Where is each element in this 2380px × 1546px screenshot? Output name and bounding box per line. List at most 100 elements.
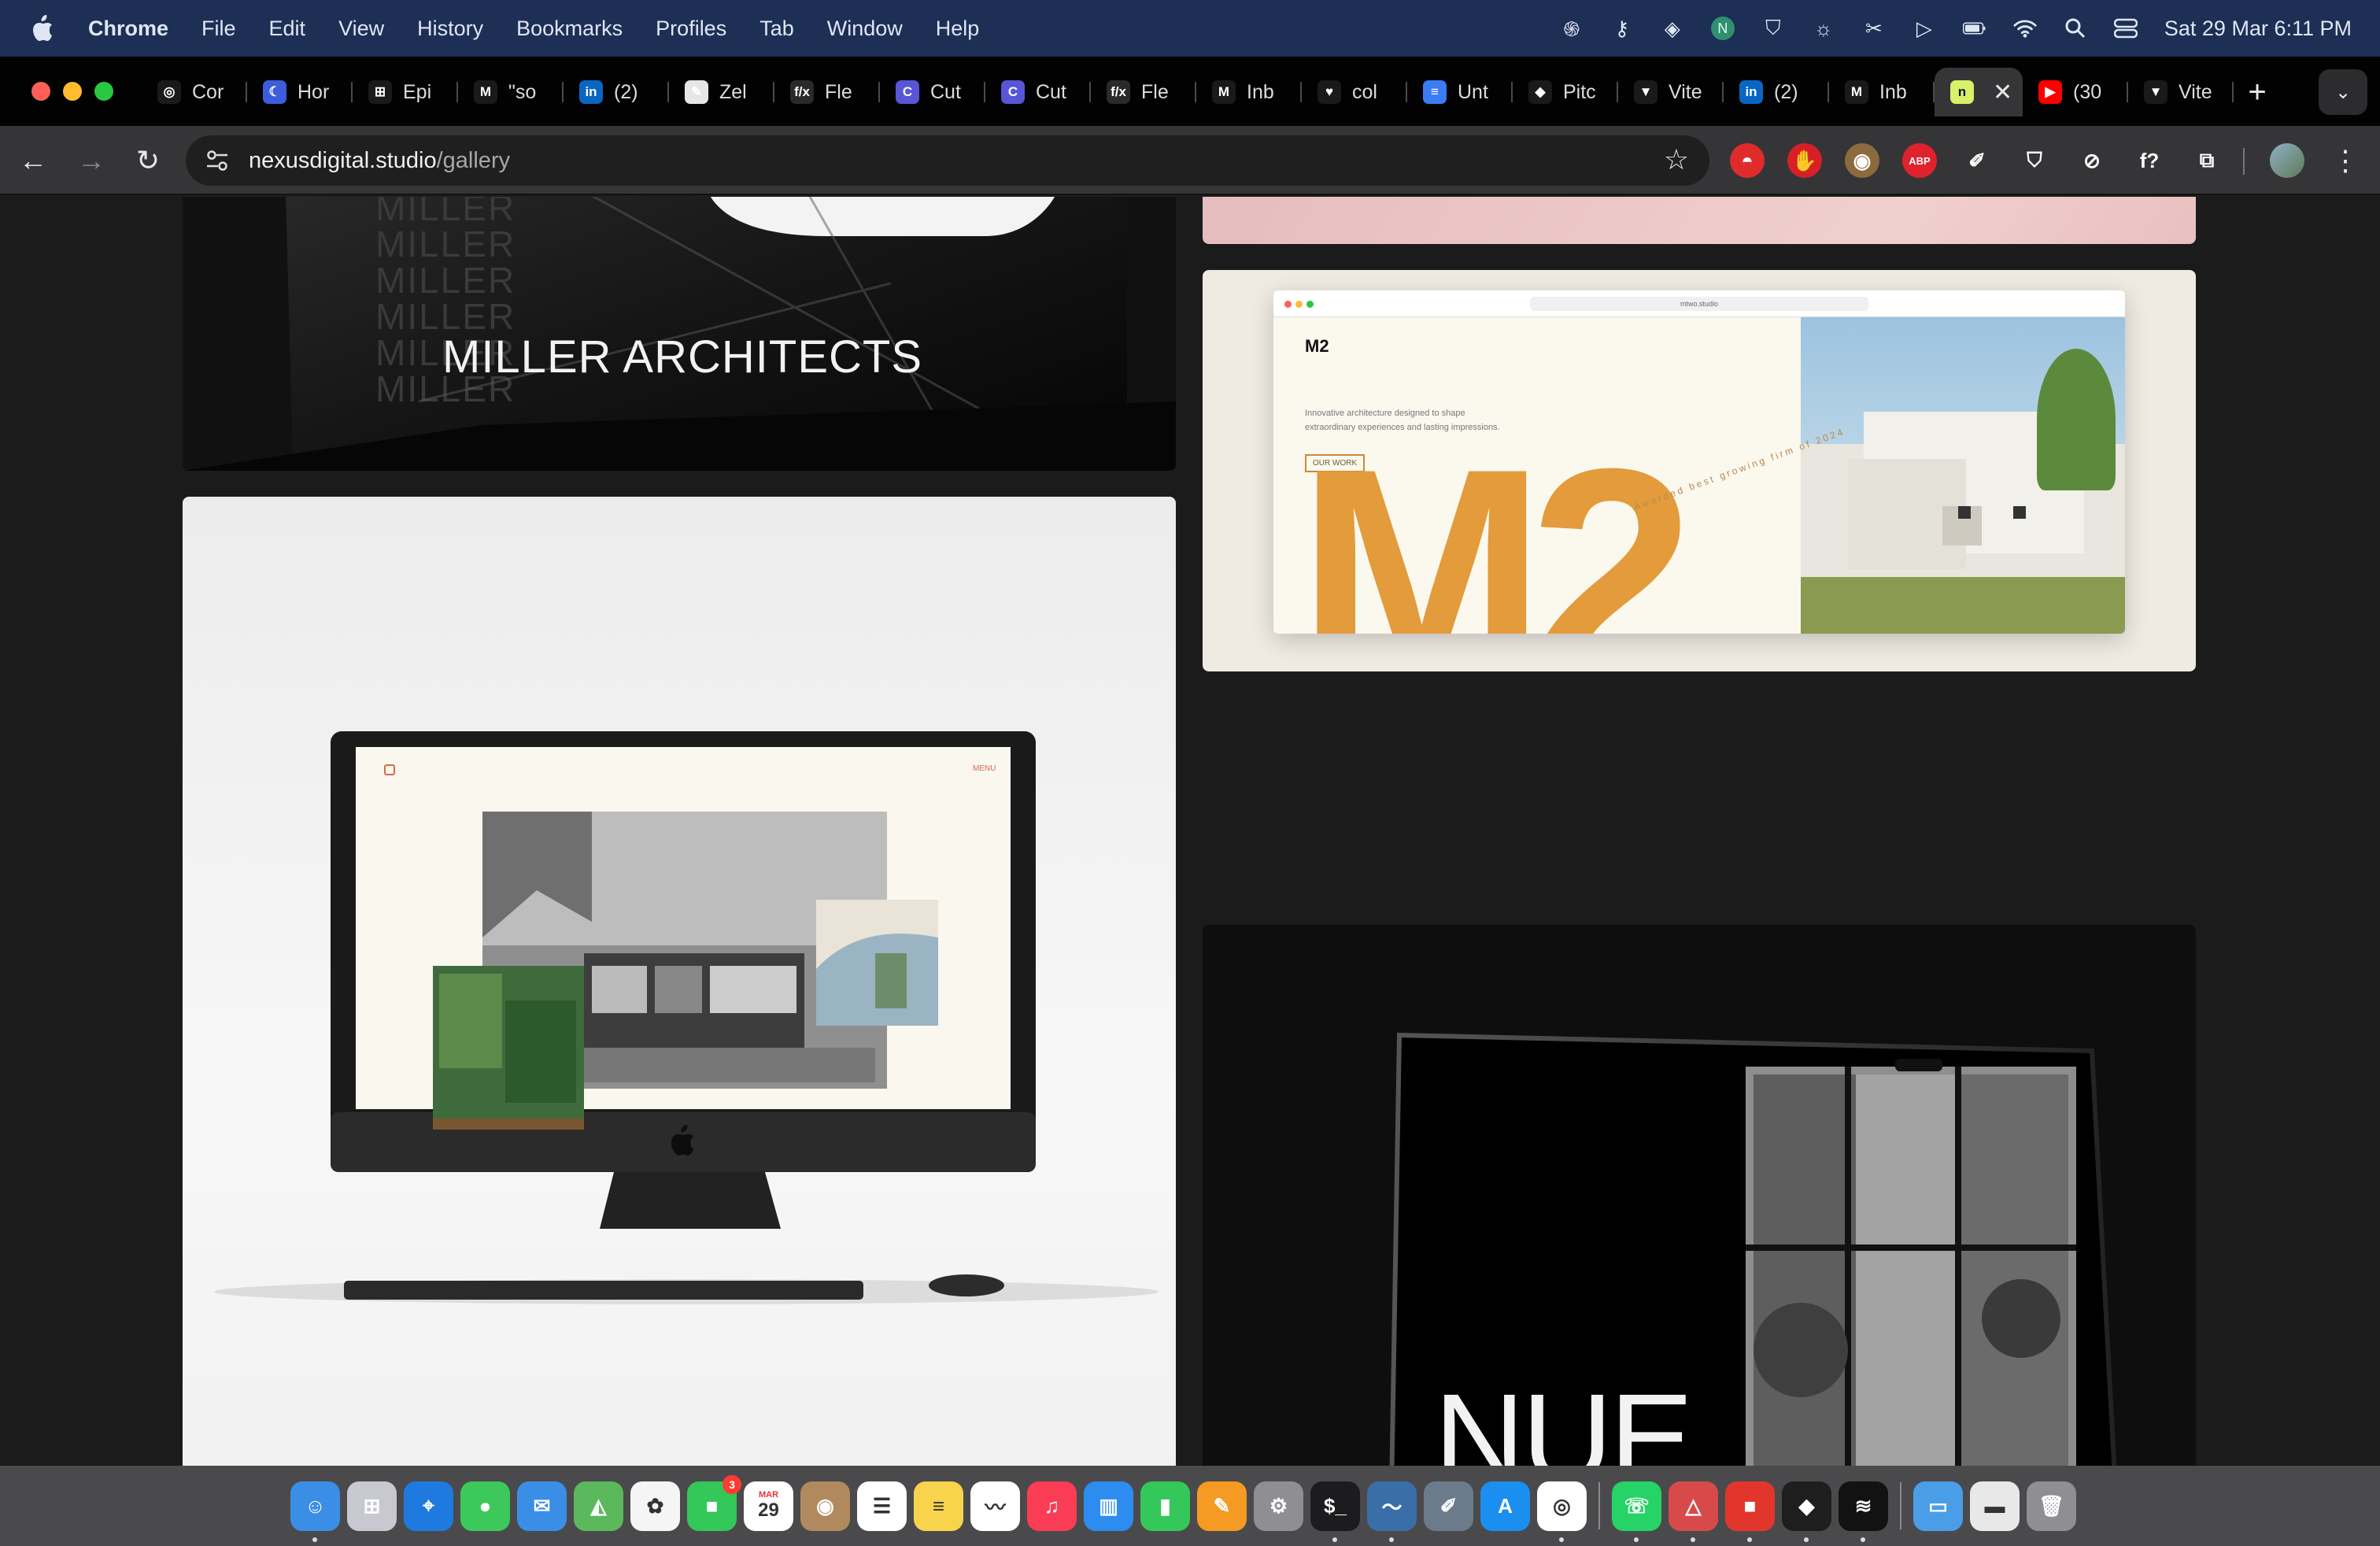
launchpad-icon[interactable]: ⊞: [347, 1481, 397, 1531]
minimize-window-button[interactable]: [63, 82, 82, 101]
brightness-icon[interactable]: ☼: [1812, 17, 1835, 40]
vpn-icon[interactable]: ⛉: [1761, 16, 1785, 40]
bookmark-star-icon[interactable]: ☆: [1664, 143, 1689, 176]
screen-icon[interactable]: ◈: [1661, 17, 1684, 40]
hand-icon[interactable]: ✋: [1787, 143, 1822, 178]
eyedropper-icon[interactable]: ✐: [1960, 143, 1994, 178]
affinity-icon[interactable]: △: [1669, 1481, 1718, 1542]
menu-bookmarks[interactable]: Bookmarks: [516, 17, 623, 41]
clock[interactable]: Sat 29 Mar 6:11 PM: [2164, 17, 2352, 41]
tab-0[interactable]: ◎ Cor: [142, 68, 247, 117]
tab-15[interactable]: in (2): [1724, 68, 1829, 117]
formula-icon[interactable]: f?: [2132, 143, 2167, 178]
close-tab-icon[interactable]: ✕: [1993, 79, 2012, 106]
spotify-icon[interactable]: ≋: [1839, 1481, 1888, 1542]
photos-icon[interactable]: ✿: [630, 1481, 680, 1531]
tab-7[interactable]: C Cut: [880, 68, 985, 117]
site-settings-icon[interactable]: [201, 145, 233, 176]
n-icon[interactable]: N: [1710, 17, 1735, 40]
settings-icon[interactable]: ⚙: [1254, 1481, 1303, 1531]
reload-button[interactable]: ↻: [131, 143, 165, 178]
tab-5[interactable]: ✎ Zel: [669, 68, 774, 117]
menu-edit[interactable]: Edit: [269, 17, 306, 41]
menu-tab[interactable]: Tab: [759, 17, 794, 41]
finder-icon[interactable]: ☺: [290, 1481, 340, 1542]
menu-history[interactable]: History: [417, 17, 483, 41]
tab-13[interactable]: ◆ Pitc: [1513, 68, 1618, 117]
imac-mockup-card[interactable]: MENU: [183, 497, 1176, 1466]
pages-icon[interactable]: ✎: [1197, 1481, 1247, 1531]
tab-search-button[interactable]: ⌄: [2319, 69, 2367, 115]
terminal-icon[interactable]: $_: [1310, 1481, 1360, 1542]
owl-icon[interactable]: ◉: [1845, 143, 1879, 178]
menu-help[interactable]: Help: [936, 17, 980, 41]
tab-16[interactable]: M Inb: [1829, 68, 1935, 117]
tab-14[interactable]: ▼ Vite: [1618, 68, 1724, 117]
scissors-icon[interactable]: ✂: [1862, 17, 1886, 40]
maps-icon[interactable]: ◭: [574, 1481, 623, 1531]
messages-icon[interactable]: ●: [460, 1481, 510, 1531]
whatsapp-icon[interactable]: ☏: [1612, 1481, 1661, 1542]
shield-icon[interactable]: ⛉: [2017, 143, 2052, 178]
keynote-icon[interactable]: ▥: [1084, 1481, 1133, 1531]
adblock-icon[interactable]: ABP: [1902, 143, 1937, 178]
key-icon[interactable]: ⚷: [1610, 17, 1634, 40]
tab-2[interactable]: ⊞ Epi: [353, 68, 458, 117]
sequel-icon[interactable]: 〜: [1367, 1481, 1417, 1542]
control-center-icon[interactable]: [2113, 17, 2138, 40]
tab-9[interactable]: f/x Fle: [1091, 68, 1196, 117]
back-button[interactable]: ←: [16, 143, 50, 178]
pink-project-card[interactable]: [1203, 197, 2196, 244]
wifi-icon[interactable]: [2013, 17, 2037, 40]
tab-3[interactable]: M "so: [458, 68, 564, 117]
downloads-icon[interactable]: ▭: [1913, 1481, 1963, 1531]
tab-6[interactable]: f/x Fle: [774, 68, 880, 117]
forward-button[interactable]: →: [74, 143, 109, 178]
play-icon[interactable]: ▷: [1913, 17, 1936, 40]
miller-architects-card[interactable]: MILLER MILLER MILLER MILLER MILLER MILLER MI…: [183, 197, 1176, 471]
numbers-icon[interactable]: ▮: [1140, 1481, 1190, 1531]
menu-view[interactable]: View: [338, 17, 384, 41]
clip-icon[interactable]: ■: [1725, 1481, 1775, 1542]
notes-icon[interactable]: ≡: [914, 1481, 963, 1531]
tab-11[interactable]: ♥ col: [1302, 68, 1407, 117]
tab-8[interactable]: C Cut: [985, 68, 1091, 117]
facetime-icon[interactable]: ■ 3: [687, 1474, 741, 1531]
apple-logo-icon[interactable]: [31, 15, 54, 42]
menu-profiles[interactable]: Profiles: [656, 17, 726, 41]
window-icon[interactable]: ▬: [1970, 1481, 2020, 1531]
editor-icon[interactable]: ✐: [1424, 1481, 1473, 1531]
zoom-window-button[interactable]: [94, 82, 113, 101]
search-icon[interactable]: [2064, 17, 2087, 40]
tab-17[interactable]: n ✕: [1935, 68, 2023, 117]
mail-icon[interactable]: ✉: [517, 1481, 567, 1531]
drafts-icon[interactable]: ֍: [1560, 17, 1584, 41]
safari-icon[interactable]: ⌖: [404, 1481, 453, 1531]
url-text[interactable]: nexusdigital.studio/gallery: [249, 148, 510, 174]
battery-icon[interactable]: [1962, 17, 1986, 40]
reminders-icon[interactable]: ☰: [857, 1481, 907, 1531]
app-store-icon[interactable]: A: [1480, 1481, 1530, 1531]
address-bar[interactable]: nexusdigital.studio/gallery ☆: [186, 135, 1709, 186]
tab-10[interactable]: M Inb: [1196, 68, 1302, 117]
figma-icon[interactable]: ◆: [1782, 1481, 1831, 1542]
profile-avatar[interactable]: [2270, 143, 2304, 178]
kebab-menu-icon[interactable]: ⋮: [2328, 143, 2363, 178]
chrome-icon[interactable]: ◎: [1537, 1481, 1587, 1542]
puzzle-icon[interactable]: ⧉: [2190, 143, 2224, 178]
m2-project-card[interactable]: mtwo.studio M2 Innovative architecture d…: [1203, 270, 2196, 671]
music-icon[interactable]: ♫: [1027, 1481, 1077, 1531]
tab-18[interactable]: ▶ (30: [2023, 68, 2128, 117]
freeform-icon[interactable]: 〰: [970, 1481, 1020, 1531]
close-window-button[interactable]: [31, 82, 50, 101]
contacts-icon[interactable]: ◉: [800, 1481, 850, 1531]
trash-icon[interactable]: 🗑: [2027, 1481, 2076, 1531]
tab-1[interactable]: ☾ Hor: [247, 68, 353, 117]
menu-window[interactable]: Window: [827, 17, 903, 41]
tab-4[interactable]: in (2): [564, 68, 669, 117]
calendar-icon[interactable]: MAR 29: [744, 1481, 793, 1531]
nue-project-card[interactable]: NUE.: [1203, 925, 2196, 1466]
menu-app-name[interactable]: Chrome: [88, 17, 168, 41]
tab-12[interactable]: ≡ Unt: [1407, 68, 1513, 117]
tab-19[interactable]: ▼ Vite: [2128, 68, 2234, 117]
